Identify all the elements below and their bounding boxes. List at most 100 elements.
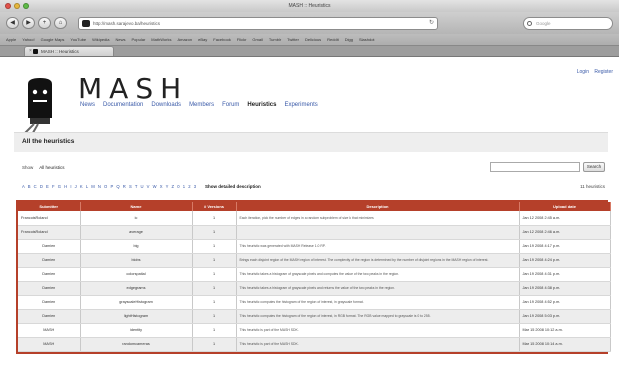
submitter-cell[interactable]: Damien (18, 239, 81, 254)
bookmark-item[interactable]: Flickr (237, 37, 247, 42)
table-row[interactable]: Damien edgegrams 1 This heuristic takes a h… (18, 281, 611, 296)
forward-button[interactable]: ▶ (22, 17, 35, 29)
submitter-cell[interactable]: Damien (18, 309, 81, 324)
bookmark-item[interactable]: MathWorks (151, 37, 171, 42)
name-cell[interactable]: lightHistogram (80, 309, 193, 324)
bookmark-item[interactable]: Gmail (252, 37, 262, 42)
submitter-cell[interactable]: MASH (18, 337, 81, 352)
column-header-submitter[interactable]: Submitter (18, 202, 81, 211)
name-cell[interactable]: colorspatial (80, 267, 193, 282)
table-row[interactable]: Damien blobs 1 Brings each disjoint region … (18, 253, 611, 268)
login-link[interactable]: Login (577, 69, 589, 75)
bookmark-item[interactable]: Wikipedia (92, 37, 109, 42)
table-row[interactable]: MASH identity 1 This heuristic is part of t… (18, 323, 611, 338)
filter-label: Show (22, 165, 34, 170)
search-button[interactable]: Search (583, 162, 605, 172)
browser-toolbar: ◀ ▶ + ⌂ http://mash.sarajevo.ba/heuristi… (0, 12, 619, 34)
window-titlebar: MASH :: Heuristics (0, 0, 619, 12)
name-cell[interactable]: blobs (80, 253, 193, 268)
bookmark-item[interactable]: Popular (132, 37, 146, 42)
submitter-cell[interactable]: MASH (18, 323, 81, 338)
submitter-cell[interactable]: FrancoisRoland (18, 225, 81, 240)
reload-icon[interactable]: ↻ (429, 18, 434, 29)
table-row[interactable]: Damien lightHistogram 1 This heuristic comp… (18, 309, 611, 324)
name-cell[interactable]: ic (80, 211, 193, 226)
letter-index-links[interactable]: A B C D E F G H I J K L M N O P Q R S T … (22, 184, 197, 189)
nav-item-experiments[interactable]: Experiments (284, 102, 317, 108)
nav-item-downloads[interactable]: Downloads (151, 102, 181, 108)
filter-row: Show All heuristics (22, 165, 65, 170)
heuristics-table: Submitter Name # Versions Description Upload… (16, 200, 611, 354)
tab-bar: × MASH :: Heuristics (0, 46, 619, 57)
name-cell[interactable]: identity (80, 323, 193, 338)
name-cell[interactable]: edgegrams (80, 281, 193, 296)
back-button[interactable]: ◀ (6, 17, 19, 29)
name-cell[interactable]: grayscaleHistogram (80, 295, 193, 310)
nav-item-news[interactable]: News (80, 102, 95, 108)
browser-search-field[interactable]: Google (523, 16, 613, 30)
address-bar[interactable]: http://mash.sarajevo.ba/heuristics ↻ (78, 16, 438, 30)
column-header-versions[interactable]: # Versions (192, 202, 237, 211)
favicon-icon (82, 19, 90, 27)
upload-date-cell: Jan 19 2008 4:52 p.m. (519, 295, 611, 310)
submitter-cell[interactable]: FrancoisRoland (18, 211, 81, 226)
column-header-upload-date[interactable]: Upload date (519, 202, 611, 211)
versions-cell: 1 (192, 225, 237, 240)
show-descriptions-link[interactable]: Show detailed description (205, 184, 261, 189)
nav-item-members[interactable]: Members (189, 102, 214, 108)
name-cell[interactable]: randomcameras (80, 337, 193, 352)
heuristic-search-input[interactable] (490, 162, 580, 172)
bookmark-item[interactable]: Twitter (287, 37, 299, 42)
bookmark-item[interactable]: News (115, 37, 125, 42)
submitter-cell[interactable]: Damien (18, 253, 81, 268)
bookmark-item[interactable]: Slashdot (359, 37, 375, 42)
nav-item-forum[interactable]: Forum (222, 102, 239, 108)
versions-cell: 1 (192, 239, 237, 254)
bookmark-item[interactable]: eBay (198, 37, 207, 42)
table-row[interactable]: FrancoisRoland average 1 Jan 12 2008 2:46 a… (18, 225, 611, 240)
bookmark-item[interactable]: Yahoo! (22, 37, 34, 42)
versions-cell: 1 (192, 267, 237, 282)
versions-cell: 1 (192, 253, 237, 268)
bookmark-item[interactable]: Reddit (327, 37, 339, 42)
upload-date-cell: Jan 19 2008 4:38 p.m. (519, 281, 611, 296)
bookmark-item[interactable]: YouTube (70, 37, 86, 42)
upload-date-cell: Jan 19 2008 4:31 p.m. (519, 267, 611, 282)
table-row[interactable]: Damien colorspatial 1 This heuristic takes … (18, 267, 611, 282)
close-tab-icon[interactable]: × (29, 47, 32, 56)
name-cell[interactable]: average (80, 225, 193, 240)
filter-select[interactable]: All heuristics (39, 165, 64, 170)
description-cell: This heuristic takes a histogram of gray… (236, 267, 520, 282)
table-row[interactable]: Damien big 1 This heuristic was generated w… (18, 239, 611, 254)
submitter-cell[interactable]: Damien (18, 281, 81, 296)
page-heading: All the heuristics (14, 132, 608, 152)
bookmark-item[interactable]: Google Maps (41, 37, 65, 42)
column-header-name[interactable]: Name (80, 202, 193, 211)
nav-item-heuristics[interactable]: Heuristics (247, 102, 276, 108)
table-row[interactable]: FrancoisRoland ic 1 Each iteration, pick th… (18, 211, 611, 226)
submitter-cell[interactable]: Damien (18, 267, 81, 282)
bookmark-item[interactable]: Tumblr (269, 37, 281, 42)
table-row[interactable]: Damien grayscaleHistogram 1 This heuristic … (18, 295, 611, 310)
column-header-description[interactable]: Description (236, 202, 520, 211)
brand-title: MASH (78, 72, 189, 105)
bookmark-item[interactable]: Delicious (305, 37, 321, 42)
table-row[interactable]: MASH randomcameras 1 This heuristic is part… (18, 337, 611, 352)
bookmark-item[interactable]: Amazon (177, 37, 192, 42)
tab-mash-heuristics[interactable]: × MASH :: Heuristics (24, 46, 114, 56)
bookmark-item[interactable]: Apple (6, 37, 16, 42)
browser-search-placeholder: Google (536, 20, 551, 26)
versions-cell: 1 (192, 295, 237, 310)
name-cell[interactable]: big (80, 239, 193, 254)
home-button[interactable]: ⌂ (54, 17, 67, 29)
nav-item-documentation[interactable]: Documentation (103, 102, 143, 108)
bookmark-item[interactable]: Facebook (213, 37, 231, 42)
add-bookmark-button[interactable]: + (38, 17, 51, 29)
submitter-cell[interactable]: Damien (18, 295, 81, 310)
bookmarks-bar: Apple Yahoo! Google Maps YouTube Wikipedia Ne… (0, 34, 619, 46)
description-cell (236, 225, 520, 240)
register-link[interactable]: Register (594, 69, 613, 75)
bookmark-item[interactable]: Digg (345, 37, 353, 42)
heuristic-search: Search (490, 162, 605, 172)
page-content: Login Register MASH News Documentation Dow… (0, 58, 619, 385)
